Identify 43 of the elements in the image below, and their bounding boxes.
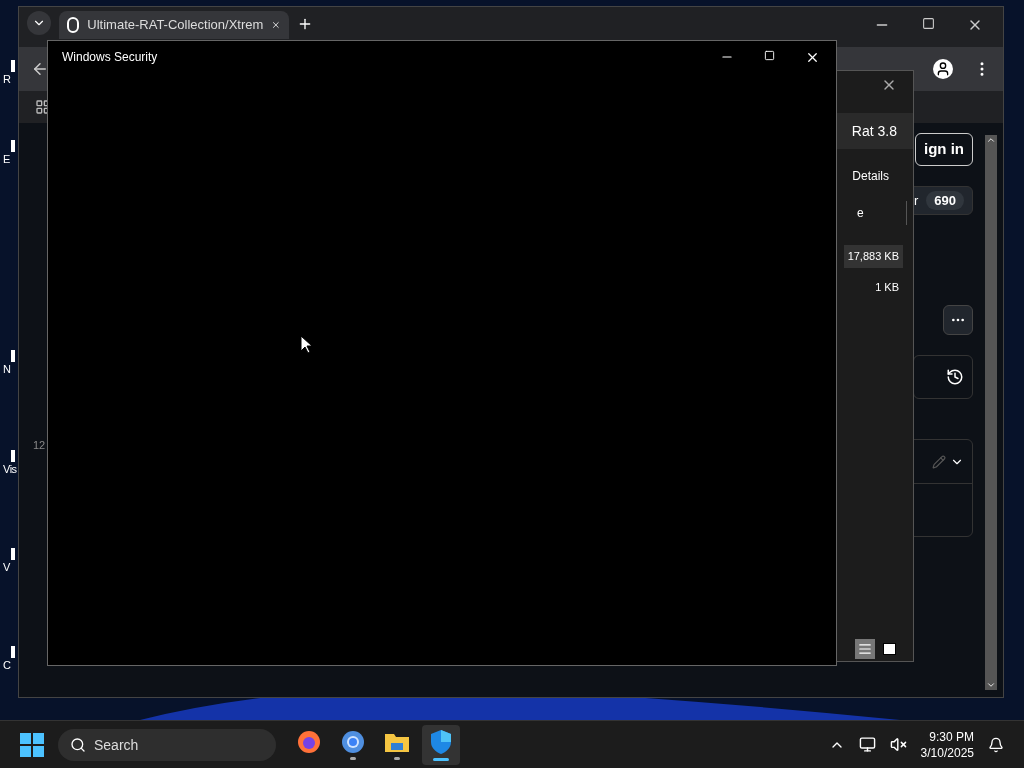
browser-icon[interactable] — [341, 729, 365, 754]
mouse-cursor-icon — [300, 335, 312, 354]
shield-icon[interactable] — [429, 728, 453, 755]
firefox-icon[interactable] — [297, 729, 321, 754]
desktop-icon-label[interactable]: E — [3, 152, 10, 166]
clock[interactable]: 9:30 PM 3/10/2025 — [920, 728, 974, 761]
tab-list-button[interactable] — [27, 11, 51, 35]
notification-icon[interactable] — [988, 736, 1004, 753]
list-icon — [858, 642, 872, 656]
sign-in-button[interactable]: ign in — [915, 133, 973, 166]
network-icon[interactable] — [858, 736, 876, 753]
clock-date: 3/10/2025 — [920, 744, 974, 761]
desktop-icon-label[interactable]: N — [3, 362, 11, 376]
counter-badge: 690 — [926, 190, 964, 210]
scroll-up-icon[interactable] — [986, 135, 996, 145]
browser-tab[interactable]: Ultimate-RAT-Collection/Xtrem — [59, 11, 289, 39]
desktop-icon-label[interactable]: V — [3, 560, 10, 574]
search-icon — [70, 736, 86, 753]
text-fragment: 12 — [33, 438, 46, 453]
profile-icon[interactable] — [933, 59, 953, 79]
desktop-icon-label[interactable]: R — [3, 72, 11, 86]
desktop-icon-label[interactable]: Vis — [3, 462, 17, 476]
muted-speaker-icon[interactable] — [889, 736, 907, 753]
site-icon — [67, 17, 80, 33]
panel-title: Rat 3.8 — [851, 121, 897, 141]
start-icon[interactable] — [20, 732, 44, 757]
taskbar-app[interactable] — [422, 724, 460, 765]
desktop-icon-label[interactable]: C — [3, 658, 11, 672]
details-tab[interactable]: Details — [852, 167, 889, 185]
column-header[interactable]: e — [857, 201, 907, 225]
new-tab-icon[interactable] — [297, 16, 313, 32]
search-field[interactable]: Search — [58, 728, 276, 761]
counter-label: r — [913, 191, 919, 210]
scroll-down-icon[interactable] — [986, 680, 996, 690]
history-icon — [946, 368, 964, 386]
tile-icon — [882, 643, 896, 655]
clock-time: 9:30 PM — [929, 728, 974, 745]
back-icon[interactable] — [31, 60, 49, 78]
maximize-icon[interactable] — [922, 17, 935, 30]
window-title: Windows Security — [62, 49, 158, 66]
tab-title: Ultimate-RAT-Collection/Xtrem — [87, 16, 264, 35]
file-size[interactable]: 1 KB — [871, 275, 903, 298]
file-size[interactable]: 17,883 KB — [843, 245, 903, 268]
